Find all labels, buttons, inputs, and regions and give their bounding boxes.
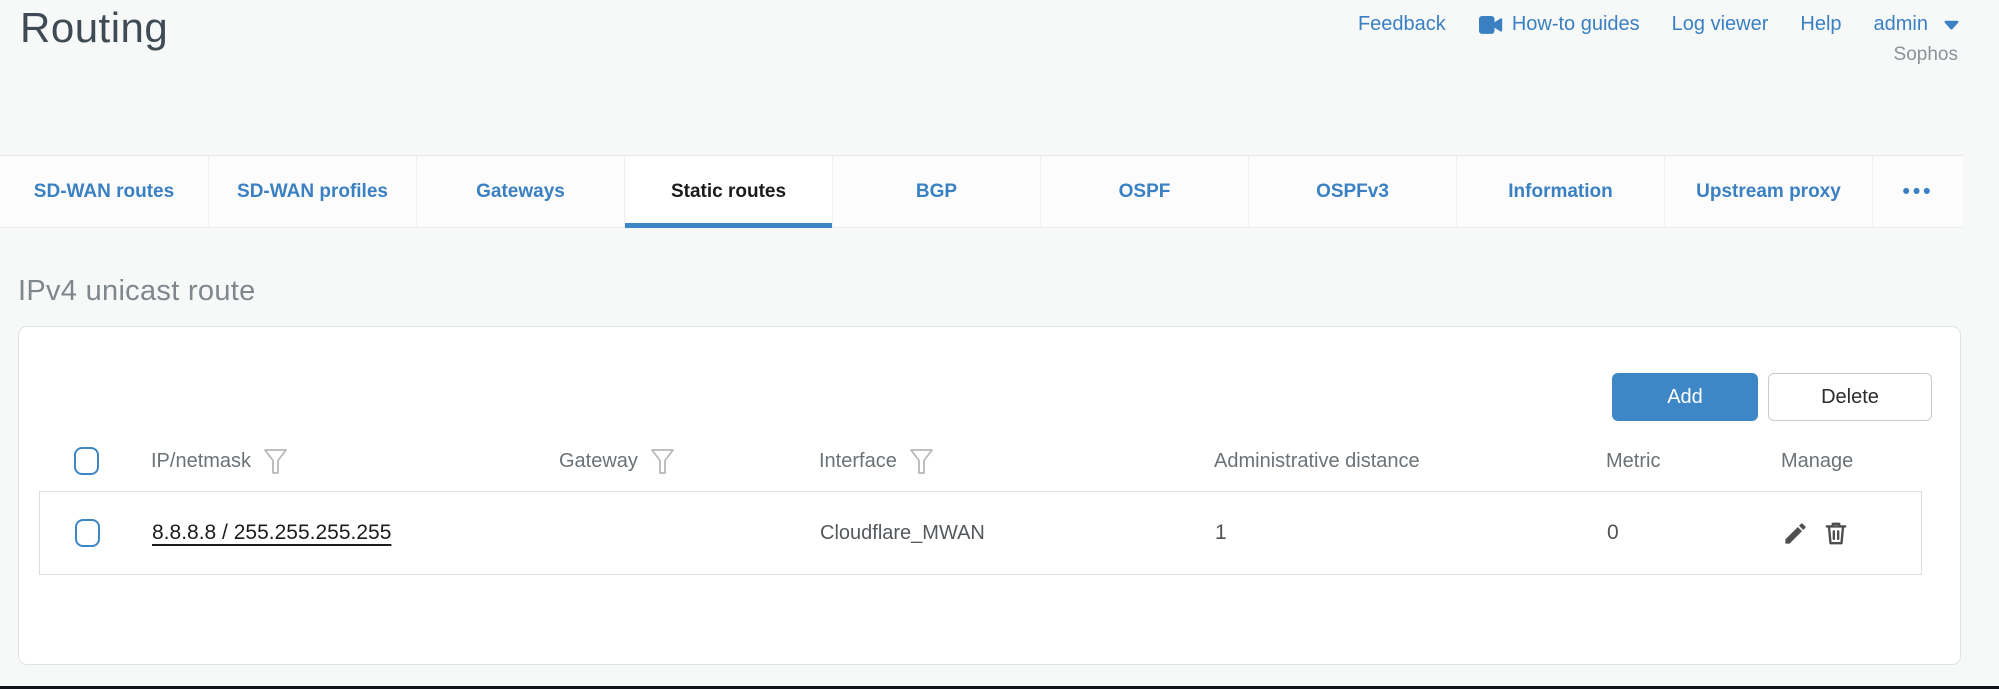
interface-cell: Cloudflare_MWAN xyxy=(820,522,1215,545)
column-manage: Manage xyxy=(1781,450,1853,473)
static-routes-card: Add Delete IP/netmask Gateway xyxy=(18,326,1961,665)
help-label: Help xyxy=(1800,13,1841,36)
tab-sdwan-routes[interactable]: SD-WAN routes xyxy=(0,156,208,227)
table-header: IP/netmask Gateway Interface xyxy=(39,439,1922,483)
admin-label: admin xyxy=(1874,13,1928,36)
section-heading: IPv4 unicast route xyxy=(18,275,1961,308)
tab-bgp[interactable]: BGP xyxy=(832,156,1040,227)
video-camera-icon xyxy=(1478,15,1503,35)
row-checkbox[interactable] xyxy=(75,519,100,547)
column-ip-netmask: IP/netmask xyxy=(151,450,251,473)
filter-icon[interactable] xyxy=(909,448,934,475)
brand-label: Sophos xyxy=(1894,44,1958,66)
table-row: 8.8.8.8 / 255.255.255.255 Cloudflare_MWA… xyxy=(39,491,1922,575)
howto-guides-label: How-to guides xyxy=(1512,13,1640,36)
tab-information[interactable]: Information xyxy=(1456,156,1664,227)
feedback-link[interactable]: Feedback xyxy=(1358,13,1446,36)
feedback-label: Feedback xyxy=(1358,13,1446,36)
tab-ospfv3[interactable]: OSPFv3 xyxy=(1248,156,1456,227)
log-viewer-link[interactable]: Log viewer xyxy=(1672,13,1769,36)
page-header: Routing Feedback How-to guides Log viewe… xyxy=(0,0,1999,155)
admin-menu[interactable]: admin xyxy=(1874,13,1959,36)
add-button[interactable]: Add xyxy=(1612,373,1758,421)
filter-icon[interactable] xyxy=(263,448,288,475)
main-content: IPv4 unicast route Add Delete IP/netmask xyxy=(18,228,1961,665)
routing-page: Routing Feedback How-to guides Log viewe… xyxy=(0,0,1999,689)
howto-guides-link[interactable]: How-to guides xyxy=(1478,13,1640,36)
route-link[interactable]: 8.8.8.8 / 255.255.255.255 xyxy=(152,521,391,544)
chevron-down-icon xyxy=(1944,20,1959,30)
top-navigation: Feedback How-to guides Log viewer Help a… xyxy=(1358,13,1959,36)
tab-sdwan-profiles[interactable]: SD-WAN profiles xyxy=(208,156,416,227)
help-link[interactable]: Help xyxy=(1800,13,1841,36)
metric-cell: 0 xyxy=(1607,521,1782,545)
tab-gateways[interactable]: Gateways xyxy=(416,156,624,227)
administrative-distance-cell: 1 xyxy=(1215,521,1607,545)
column-administrative-distance: Administrative distance xyxy=(1214,450,1420,473)
page-title: Routing xyxy=(20,4,168,52)
log-viewer-label: Log viewer xyxy=(1672,13,1769,36)
edit-pencil-icon[interactable] xyxy=(1782,520,1809,547)
routing-tabbar: SD-WAN routes SD-WAN profiles Gateways S… xyxy=(0,155,1963,228)
table-toolbar: Add Delete xyxy=(1612,373,1932,421)
tab-upstream-proxy[interactable]: Upstream proxy xyxy=(1664,156,1872,227)
delete-button[interactable]: Delete xyxy=(1768,373,1932,421)
column-metric: Metric xyxy=(1606,450,1660,473)
column-gateway: Gateway xyxy=(559,450,638,473)
column-interface: Interface xyxy=(819,450,897,473)
filter-icon[interactable] xyxy=(650,448,675,475)
tab-more-ellipsis-icon[interactable]: ••• xyxy=(1872,156,1963,227)
select-all-checkbox[interactable] xyxy=(74,447,99,475)
tab-ospf[interactable]: OSPF xyxy=(1040,156,1248,227)
delete-trash-icon[interactable] xyxy=(1823,520,1849,547)
tab-static-routes[interactable]: Static routes xyxy=(624,156,832,227)
